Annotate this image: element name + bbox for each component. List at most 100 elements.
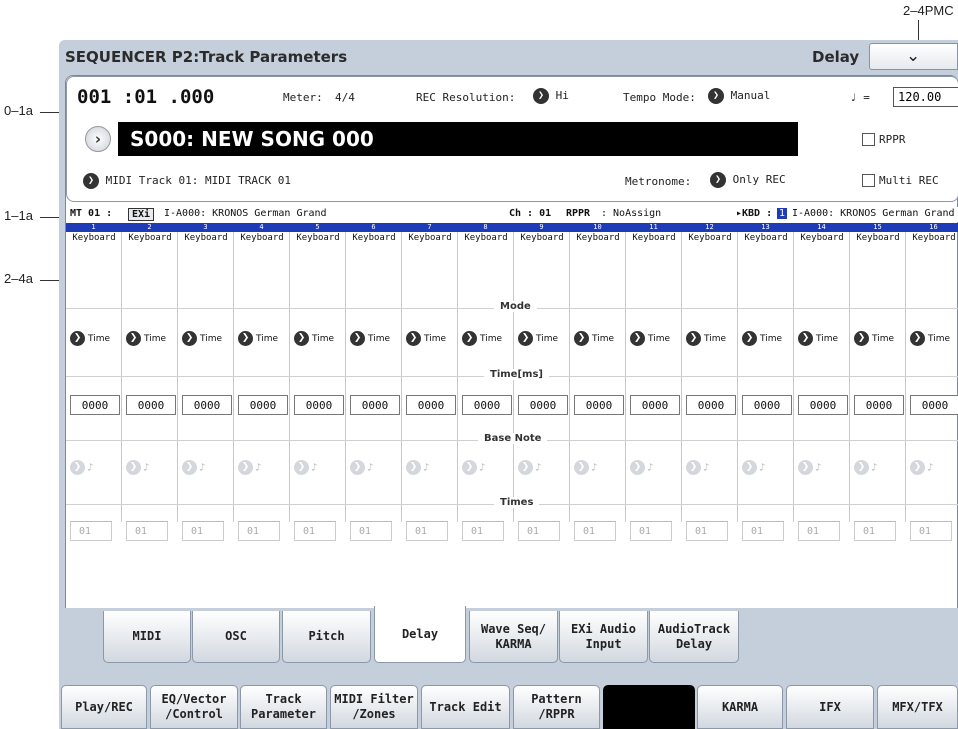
tempo-mode-popup[interactable]: ❯ Manual (708, 88, 770, 104)
track-type: Keyboard (800, 233, 844, 243)
mode-popup[interactable]: ❯ Time (294, 331, 334, 346)
times-field[interactable]: 01 (798, 521, 840, 541)
base-note-popup[interactable]: ❯ ♪ (910, 460, 933, 475)
times-field[interactable]: 01 (630, 521, 672, 541)
mode-popup[interactable]: ❯ Time (518, 331, 558, 346)
sub-tab-wave-seq-karma[interactable]: Wave Seq/ KARMA (469, 611, 558, 663)
mode-popup[interactable]: ❯ Time (70, 331, 110, 346)
times-field[interactable]: 01 (854, 521, 896, 541)
times-field[interactable]: 01 (238, 521, 280, 541)
base-note-popup[interactable]: ❯ ♪ (742, 460, 765, 475)
mode-popup[interactable]: ❯ Time (854, 331, 894, 346)
track-column: Keyboard ❯ Time 0000 ❯ ♪ 01 (850, 232, 906, 541)
chevron-right-icon: ❯ (182, 331, 197, 346)
rec-resolution-popup[interactable]: ❯ Hi (533, 88, 569, 104)
times-field[interactable]: 01 (406, 521, 448, 541)
mode-popup[interactable]: ❯ Time (350, 331, 390, 346)
base-note-popup[interactable]: ❯ ♪ (574, 460, 597, 475)
times-field[interactable]: 01 (686, 521, 728, 541)
page-tab-mfx-tfx[interactable]: MFX/TFX (877, 685, 958, 729)
mode-popup[interactable]: ❯ Time (686, 331, 726, 346)
sub-tab-exi-audio-input[interactable]: EXi Audio Input (559, 611, 648, 663)
page-tab-pattern-rppr[interactable]: Pattern /RPPR (513, 685, 600, 729)
sub-tab-delay[interactable]: Delay (374, 606, 466, 663)
sub-tab-midi[interactable]: MIDI (103, 611, 191, 663)
delay-time-field[interactable]: 0000 (182, 395, 232, 415)
song-name[interactable]: S000: NEW SONG 000 (118, 122, 798, 156)
sub-tab-osc[interactable]: OSC (192, 611, 280, 663)
delay-time-field[interactable]: 0000 (294, 395, 344, 415)
track-number: 7 (427, 223, 432, 231)
track-select-popup[interactable]: ❯ MIDI Track 01: MIDI TRACK 01 (83, 173, 291, 189)
delay-time-field[interactable]: 0000 (462, 395, 512, 415)
mode-popup[interactable]: ❯ Time (182, 331, 222, 346)
mode-popup[interactable]: ❯ Time (798, 331, 838, 346)
times-field[interactable]: 01 (70, 521, 112, 541)
times-field[interactable]: 01 (126, 521, 168, 541)
page-tab-play-rec[interactable]: Play/REC (61, 685, 147, 729)
meter-value[interactable]: 4/4 (335, 91, 355, 104)
mode-popup[interactable]: ❯ Time (630, 331, 670, 346)
delay-time-field[interactable]: 0000 (742, 395, 792, 415)
page-tab-eq-vector-control[interactable]: EQ/Vector /Control (150, 685, 238, 729)
times-field[interactable]: 01 (742, 521, 784, 541)
page-tab-track-parameter[interactable]: Track Parameter (240, 685, 327, 729)
base-note-popup[interactable]: ❯ ♪ (70, 460, 93, 475)
base-note-popup[interactable]: ❯ ♪ (406, 460, 429, 475)
multi-rec-checkbox[interactable] (862, 174, 875, 187)
base-note-popup[interactable]: ❯ ♪ (686, 460, 709, 475)
times-field[interactable]: 01 (910, 521, 952, 541)
times-field[interactable]: 01 (518, 521, 560, 541)
delay-time-field[interactable]: 0000 (70, 395, 120, 415)
times-field[interactable]: 01 (350, 521, 392, 541)
mode-popup[interactable]: ❯ Time (406, 331, 446, 346)
mode-popup[interactable]: ❯ Time (126, 331, 166, 346)
page-tab-midi-filter-zones[interactable]: MIDI Filter /Zones (330, 685, 418, 729)
delay-time-field[interactable]: 0000 (350, 395, 400, 415)
page-tab-track-edit[interactable]: Track Edit (421, 685, 510, 729)
base-note-popup[interactable]: ❯ ♪ (350, 460, 373, 475)
times-field[interactable]: 01 (462, 521, 504, 541)
tempo-field[interactable]: 120.00 (893, 87, 958, 107)
song-select-button[interactable]: › (85, 126, 111, 152)
base-note-popup[interactable]: ❯ ♪ (798, 460, 821, 475)
base-note-popup[interactable]: ❯ ♪ (182, 460, 205, 475)
page-menu-button[interactable]: ⌄ (869, 43, 958, 70)
mode-popup[interactable]: ❯ Time (574, 331, 614, 346)
base-note-popup[interactable]: ❯ ♪ (238, 460, 261, 475)
page-tab-ifx[interactable]: IFX (786, 685, 874, 729)
song-position[interactable]: 001 :01 .000 (77, 86, 214, 108)
times-field[interactable]: 01 (574, 521, 616, 541)
delay-time-field[interactable]: 0000 (798, 395, 848, 415)
page-tab-karma[interactable]: KARMA (697, 685, 783, 729)
delay-time-field[interactable]: 0000 (910, 395, 958, 415)
delay-time-field[interactable]: 0000 (238, 395, 288, 415)
delay-time-field[interactable]: 0000 (126, 395, 176, 415)
delay-time-field[interactable]: 0000 (854, 395, 904, 415)
track-number: 9 (539, 223, 544, 231)
mode-popup[interactable]: ❯ Time (238, 331, 278, 346)
rppr-checkbox[interactable] (862, 133, 875, 146)
sub-tab-audiotrack-delay[interactable]: AudioTrack Delay (649, 611, 739, 663)
sub-tab-pitch[interactable]: Pitch (282, 611, 371, 663)
delay-time-field[interactable]: 0000 (574, 395, 624, 415)
mode-popup[interactable]: ❯ Time (742, 331, 782, 346)
base-note-popup[interactable]: ❯ ♪ (462, 460, 485, 475)
base-note-popup[interactable]: ❯ ♪ (518, 460, 541, 475)
base-note-popup[interactable]: ❯ ♪ (630, 460, 653, 475)
times-field[interactable]: 01 (182, 521, 224, 541)
metronome-popup[interactable]: ❯ Only REC (710, 172, 786, 188)
base-note-popup[interactable]: ❯ ♪ (854, 460, 877, 475)
delay-time-field[interactable]: 0000 (518, 395, 568, 415)
delay-time-field[interactable]: 0000 (630, 395, 680, 415)
delay-time-field[interactable]: 0000 (686, 395, 736, 415)
mode-popup[interactable]: ❯ Time (910, 331, 950, 346)
base-note-popup[interactable]: ❯ ♪ (126, 460, 149, 475)
track-number: 4 (259, 223, 264, 231)
delay-time-field[interactable]: 0000 (406, 395, 456, 415)
times-field[interactable]: 01 (294, 521, 336, 541)
base-note-popup[interactable]: ❯ ♪ (294, 460, 317, 475)
mode-value: Time (536, 334, 559, 344)
mode-value: Time (200, 334, 223, 344)
mode-popup[interactable]: ❯ Time (462, 331, 502, 346)
